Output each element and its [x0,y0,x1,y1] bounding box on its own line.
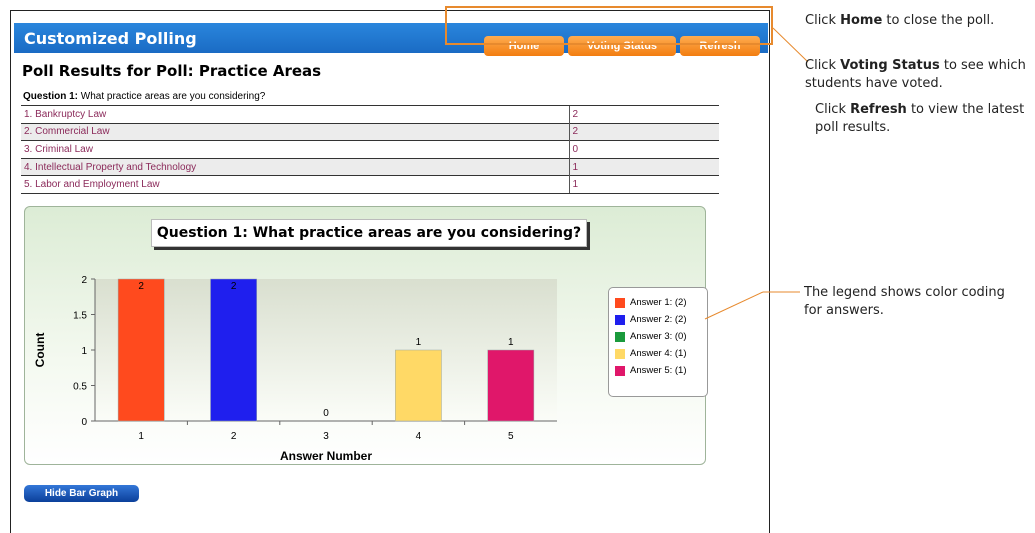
legend-swatch [615,365,625,376]
question-label: Question 1: What practice areas are you … [23,91,265,102]
legend-label: Answer 5: (1) [630,365,687,376]
y-tick-label: 1.5 [73,311,87,322]
bar [117,278,165,422]
legend-item: Answer 2: (2) [615,311,707,328]
x-tick-label: 3 [323,431,329,442]
legend-swatch [615,297,625,308]
poll-heading: Poll Results for Poll: Practice Areas [22,62,322,80]
home-callout: Click Home to close the poll. [805,12,1035,30]
legend-label: Answer 3: (0) [630,331,687,342]
legend-item: Answer 5: (1) [615,362,707,379]
legend-label: Answer 1: (2) [630,297,687,308]
hide-bar-graph-button[interactable]: Hide Bar Graph [24,485,139,502]
x-axis-title: Answer Number [280,449,372,463]
count-cell: 2 [568,105,719,124]
callout-text: Click [815,102,851,117]
y-tick-label: 2 [81,275,87,286]
legend-item: Answer 4: (1) [615,345,707,362]
answer-cell: 4. Intellectual Property and Technology [21,157,569,176]
legend-item: Answer 3: (0) [615,328,707,345]
data-label: 1 [508,337,514,348]
bar [395,349,442,422]
legend-swatch [615,314,625,325]
refresh-callout: Click Refresh to view the latest poll re… [815,101,1030,137]
count-cell: 2 [568,122,719,141]
callout-text: Click [805,58,841,73]
legend-swatch [615,348,625,359]
nav-highlight-box [445,6,773,45]
question-text: What practice areas are you considering? [80,91,266,102]
legend-callout: The legend shows color coding for answer… [804,285,1005,318]
app-title: Customized Polling [24,29,197,48]
table-row: 5. Labor and Employment Law 1 [21,175,719,194]
bar [210,278,257,422]
callout-text: Click [805,13,841,28]
bar-chart-panel: Question 1: What practice areas are you … [24,206,708,465]
bar-chart: 0 0.5 1 1.5 2 2 1 2 2 0 3 1 4 1 5 Answer Number Count [33,275,557,463]
answer-cell: 1. Bankruptcy Law [21,105,569,124]
chart-legend: Answer 1: (2) Answer 2: (2) Answer 3: (0) A… [608,287,708,397]
table-row: 3. Criminal Law 0 [21,140,719,159]
legend-swatch [615,331,625,342]
answer-cell: 3. Criminal Law [21,140,569,159]
y-axis-title: Count [33,333,47,368]
voting-status-callout: Click Voting Status to see which student… [805,57,1033,93]
data-label: 2 [231,281,237,292]
y-tick-label: 0.5 [73,382,87,393]
data-label: 0 [323,408,329,419]
poll-window: Customized Polling Home Voting Status Re… [10,10,770,533]
bar [487,349,535,422]
y-tick-label: 1 [81,346,87,357]
answer-cell: 2. Commercial Law [21,122,569,141]
x-tick-label: 5 [508,431,514,442]
count-cell: 1 [568,157,719,176]
count-cell: 1 [568,175,719,194]
table-row: 2. Commercial Law 2 [21,122,719,141]
question-prefix: Question 1: [23,91,79,102]
x-tick-label: 4 [416,431,422,442]
legend-item: Answer 1: (2) [615,294,707,311]
y-tick-label: 0 [81,417,87,428]
table-row: 1. Bankruptcy Law 2 [21,105,719,124]
count-cell: 0 [568,140,719,159]
callout-bold: Voting Status [840,58,940,73]
x-tick-label: 1 [138,431,144,442]
results-table: 1. Bankruptcy Law 2 2. Commercial Law 2 … [21,105,719,194]
data-label: 1 [416,337,422,348]
callout-bold: Refresh [850,102,907,117]
legend-label: Answer 2: (2) [630,314,687,325]
callout-bold: Home [840,13,883,28]
legend-label: Answer 4: (1) [630,348,687,359]
answer-cell: 5. Labor and Employment Law [21,175,569,194]
callout-line-nav [772,27,809,63]
x-tick-label: 2 [231,431,237,442]
data-label: 2 [138,281,144,292]
table-row: 4. Intellectual Property and Technology … [21,157,719,176]
callout-text: to close the poll. [882,13,995,28]
